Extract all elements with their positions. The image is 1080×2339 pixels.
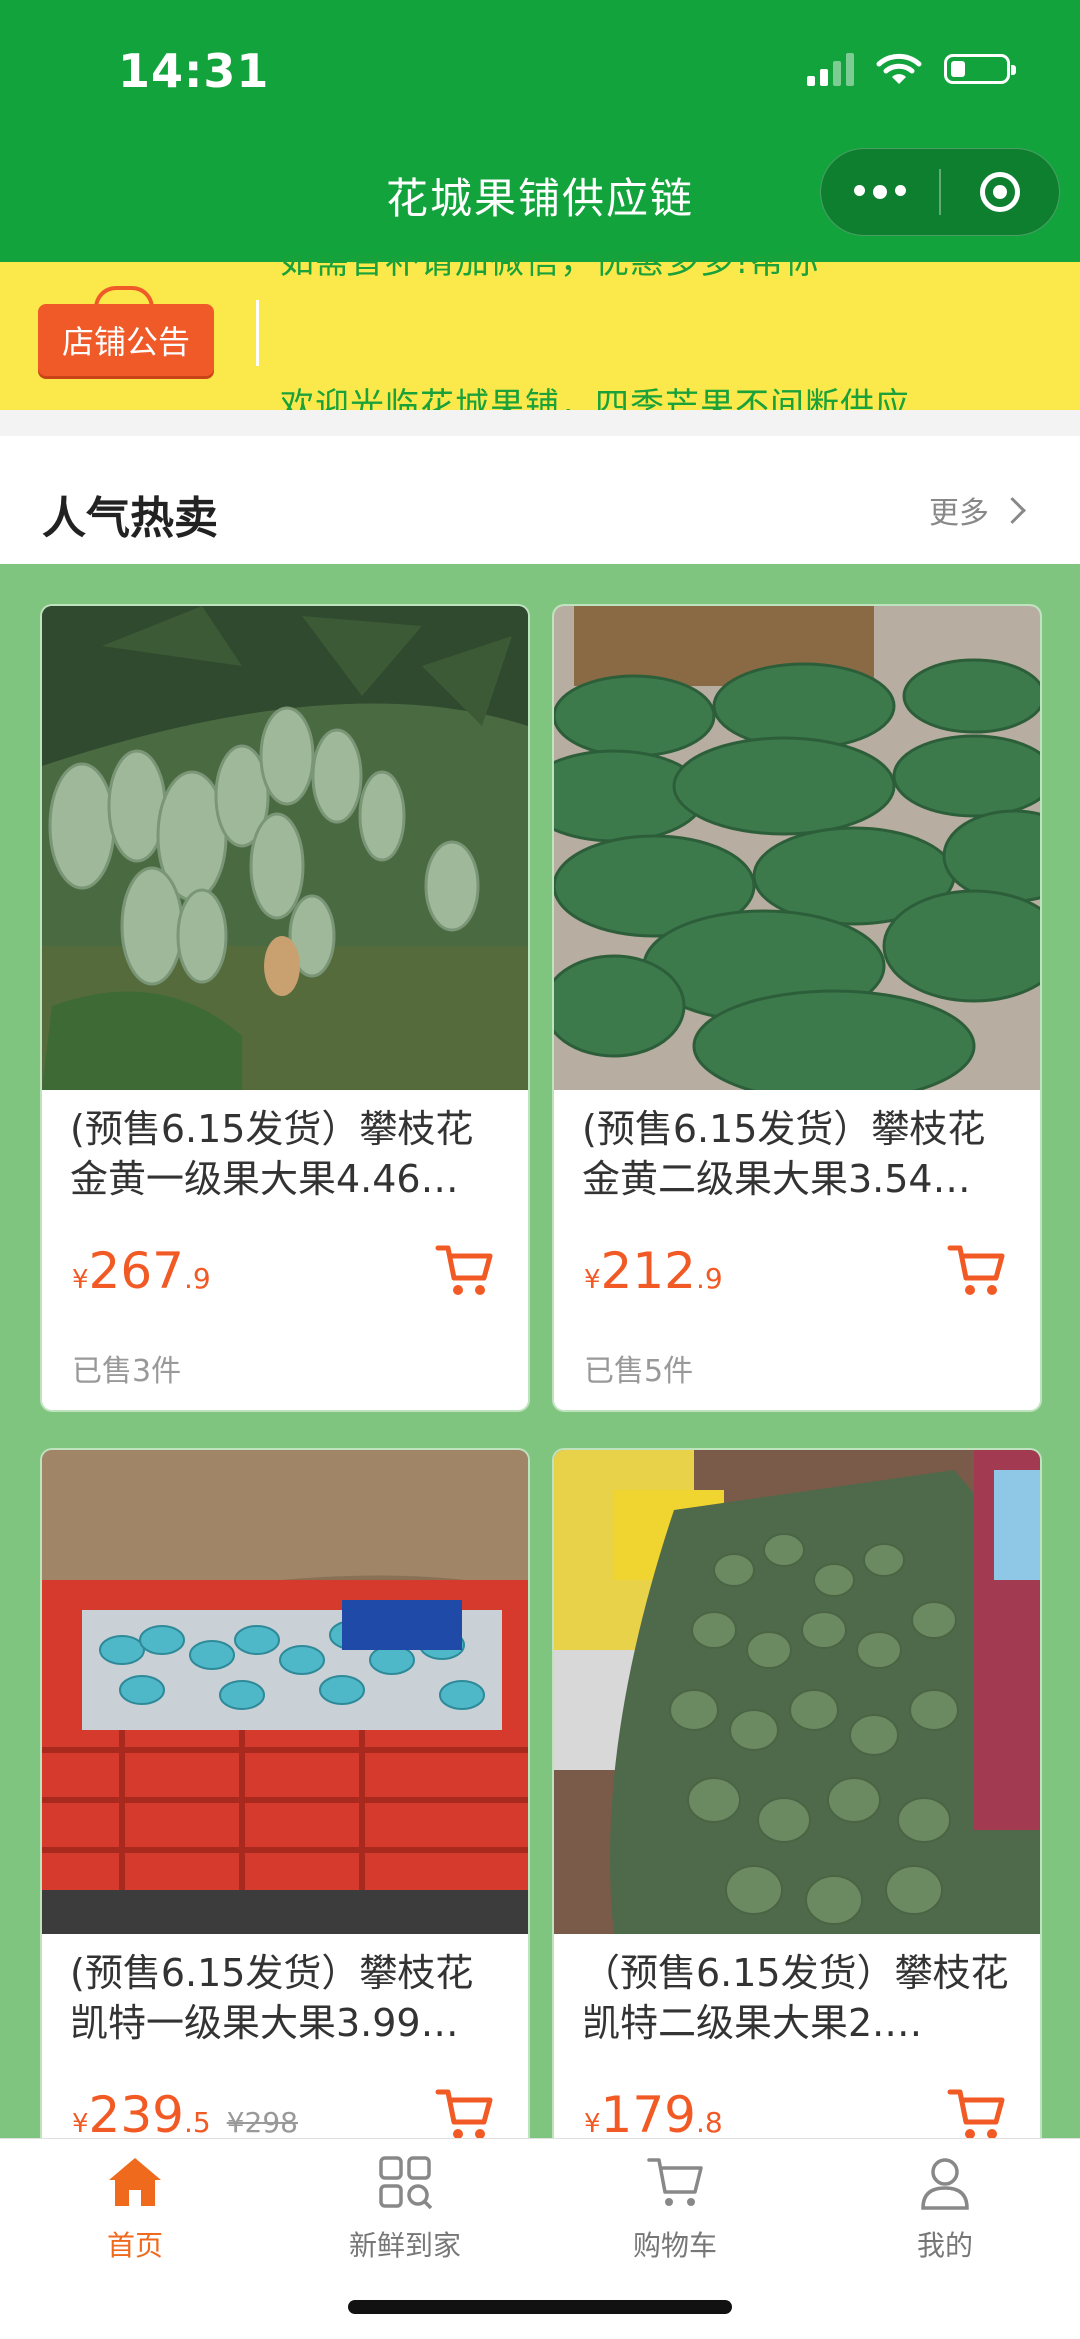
add-to-cart-icon[interactable] [946, 1242, 1006, 1298]
cart-icon [647, 2158, 703, 2206]
tab-home[interactable]: 首页 [0, 2150, 270, 2264]
section-title: 人气热卖 [42, 493, 218, 544]
add-to-cart-icon[interactable] [434, 1242, 494, 1298]
more-menu-button[interactable] [821, 185, 939, 199]
status-time: 14:31 [118, 44, 270, 98]
sold-count: 已售3件 [72, 1354, 182, 1389]
product-name: （预售6.15发货）攀枝花凯特二级果大果2.… [582, 1951, 1009, 2045]
grid-search-icon [379, 2156, 433, 2210]
tab-cart[interactable]: 购物车 [540, 2150, 810, 2264]
notice-divider [256, 300, 259, 366]
mini-program-capsule[interactable] [820, 148, 1060, 236]
target-icon [980, 172, 1020, 212]
product-price: ¥179.8 [584, 2086, 723, 2144]
product-image [42, 606, 528, 1090]
product-name: (预售6.15发货）攀枝花凯特一级果大果3.99… [70, 1951, 474, 2045]
more-link[interactable]: 更多 [929, 488, 1026, 532]
chevron-right-icon [999, 496, 1026, 524]
tab-fresh-delivery[interactable]: 新鲜到家 [270, 2150, 540, 2264]
store-notice-tag: 店铺公告 [38, 286, 214, 376]
status-icons [807, 52, 1016, 86]
product-name: (预售6.15发货）攀枝花金黄一级果大果4.46… [70, 1107, 474, 1201]
product-card[interactable]: (预售6.15发货）攀枝花金黄一级果大果4.46… ¥267.9 已售3件 [42, 606, 528, 1410]
user-icon [921, 2158, 969, 2210]
product-card[interactable]: (预售6.15发货）攀枝花金黄二级果大果3.54… ¥212.9 已售5件 [554, 606, 1040, 1410]
original-price: ¥298 [226, 2106, 298, 2139]
signal-icon [807, 52, 854, 86]
product-card[interactable]: (预售6.15发货）攀枝花凯特一级果大果3.99… ¥239.5 ¥298 [42, 1450, 528, 2150]
tab-my[interactable]: 我的 [810, 2150, 1080, 2264]
home-indicator [348, 2300, 732, 2314]
sold-count: 已售5件 [584, 1354, 694, 1389]
product-price: ¥239.5 ¥298 [72, 2086, 298, 2144]
product-image [554, 606, 1040, 1090]
add-to-cart-icon[interactable] [946, 2086, 1006, 2142]
battery-icon [944, 54, 1016, 84]
product-card[interactable]: （预售6.15发货）攀枝花凯特二级果大果2.… ¥179.8 [554, 1450, 1040, 2150]
product-image [42, 1450, 528, 1934]
product-price: ¥212.9 [584, 1242, 723, 1300]
wifi-icon [876, 53, 922, 84]
product-image [554, 1450, 1040, 1934]
close-target-button[interactable] [941, 172, 1059, 212]
add-to-cart-icon[interactable] [434, 2086, 494, 2142]
app-header: 14:31 花城果铺供应链 [0, 0, 1080, 262]
product-price: ¥267.9 [72, 1242, 211, 1300]
home-icon [109, 2158, 161, 2206]
product-name: (预售6.15发货）攀枝花金黄二级果大果3.54… [582, 1107, 986, 1201]
